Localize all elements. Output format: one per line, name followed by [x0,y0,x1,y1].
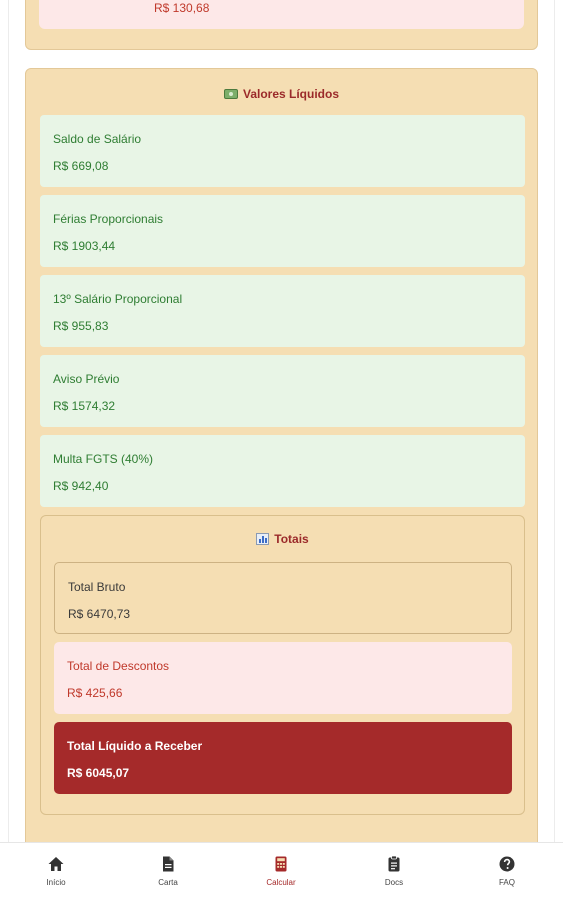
totais-title: Totais [41,532,524,546]
card-value: R$ 955,83 [53,319,109,333]
clipboard-icon [388,855,400,872]
total-bruto-label: Total Bruto [68,580,126,594]
nav-label: Carta [158,878,178,887]
multa-fgts-card: Multa FGTS (40%) R$ 942,40 [40,435,525,507]
nav-item-docs[interactable]: Docs [338,843,450,900]
document-icon [163,856,174,872]
valores-liquidos-section: Valores Líquidos Saldo de Salário R$ 669… [25,68,538,868]
total-liquido-card: Total Líquido a Receber R$ 6045,07 [54,722,512,794]
card-label: Aviso Prévio [53,372,120,386]
nav-item-inicio[interactable]: Início [0,843,112,900]
bottom-nav: Início Carta Calcular Docs FAQ [0,842,563,900]
ferias-proporcionais-card: Férias Proporcionais R$ 1903,44 [40,195,525,267]
page: R$ 130,68 Valores Líquidos Saldo de Salá… [0,0,563,900]
total-liquido-value: R$ 6045,07 [67,766,130,780]
calculator-icon [275,856,287,872]
nav-label: Início [46,878,66,887]
home-icon [48,857,64,871]
previous-section-card: R$ 130,68 [25,0,538,50]
discount-card: R$ 130,68 [39,0,524,29]
total-bruto-value: R$ 6470,73 [68,607,131,621]
totais-section: Totais Total Bruto R$ 6470,73 Total de D… [40,515,525,815]
bar-chart-icon [256,533,270,545]
card-label: Férias Proporcionais [53,212,164,226]
card-value: R$ 1903,44 [53,239,116,253]
total-descontos-label: Total de Descontos [67,659,170,673]
left-edge-divider [8,0,9,842]
total-descontos-value: R$ 425,66 [67,686,123,700]
total-descontos-card: Total de Descontos R$ 425,66 [54,642,512,714]
section-title: Valores Líquidos [26,87,537,101]
help-icon [499,856,515,872]
nav-label: Calcular [266,878,296,887]
section-title-text: Valores Líquidos [242,87,340,101]
nav-item-calcular[interactable]: Calcular [225,843,337,900]
totais-title-text: Totais [274,532,309,546]
right-edge-divider [554,0,555,842]
total-liquido-label: Total Líquido a Receber [67,739,203,753]
saldo-salario-card: Saldo de Salário R$ 669,08 [40,115,525,187]
card-value: R$ 669,08 [53,159,109,173]
decimo-terceiro-card: 13º Salário Proporcional R$ 955,83 [40,275,525,347]
money-icon [223,89,238,99]
discount-value: R$ 130,68 [154,1,210,15]
card-label: 13º Salário Proporcional [53,292,183,306]
card-label: Saldo de Salário [53,132,142,146]
card-value: R$ 942,40 [53,479,109,493]
nav-item-carta[interactable]: Carta [112,843,224,900]
card-label: Multa FGTS (40%) [53,452,154,466]
nav-item-faq[interactable]: FAQ [451,843,563,900]
nav-label: FAQ [498,878,515,887]
nav-label: Docs [384,878,404,887]
total-bruto-card: Total Bruto R$ 6470,73 [54,562,512,634]
aviso-previo-card: Aviso Prévio R$ 1574,32 [40,355,525,427]
card-value: R$ 1574,32 [53,399,116,413]
